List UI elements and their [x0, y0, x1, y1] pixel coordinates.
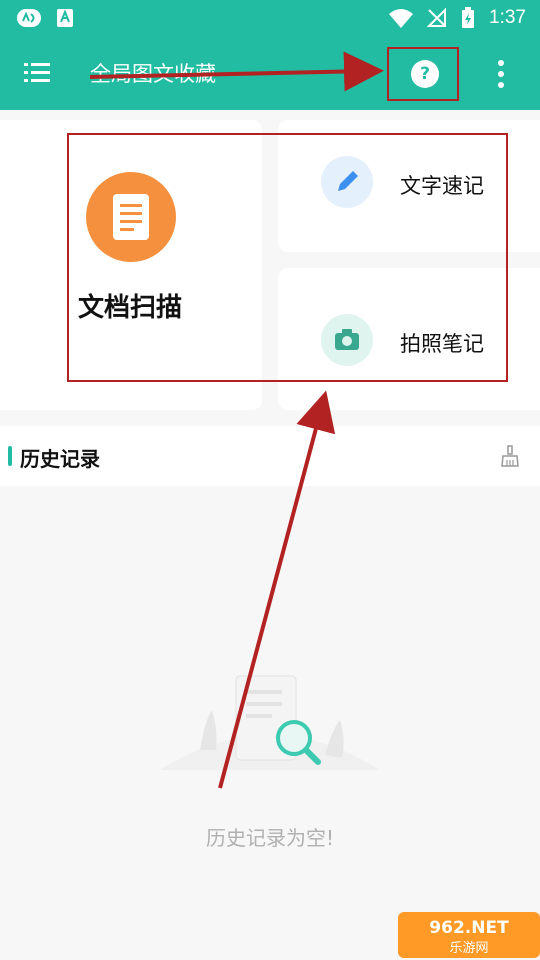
no-signal-icon: [427, 8, 447, 27]
svg-text:962.NET: 962.NET: [429, 918, 509, 938]
status-bar: 1:37: [0, 0, 540, 36]
page-title: 全局图文收藏: [90, 62, 216, 86]
wifi-icon: [389, 9, 414, 28]
broom-icon[interactable]: [498, 444, 522, 468]
empty-state-illustration: [160, 675, 380, 770]
text-notification-icon: [57, 9, 73, 27]
app-notification-icon: [17, 9, 41, 27]
menu-icon[interactable]: [22, 60, 52, 86]
history-title: 历史记录: [20, 447, 100, 471]
history-accent-bar: [8, 446, 12, 466]
empty-state-text: 历史记录为空!: [205, 826, 335, 850]
more-vertical-icon[interactable]: [494, 58, 508, 90]
watermark-logo: 962.NET 乐游网: [398, 912, 540, 958]
svg-text:乐游网: 乐游网: [449, 941, 488, 956]
annotation-highlight-help: [387, 47, 459, 101]
clock: 1:37: [489, 7, 526, 28]
app-toolbar: 全局图文收藏 ?: [0, 36, 540, 110]
annotation-highlight-cards: [67, 133, 508, 382]
battery-icon: [462, 7, 475, 28]
